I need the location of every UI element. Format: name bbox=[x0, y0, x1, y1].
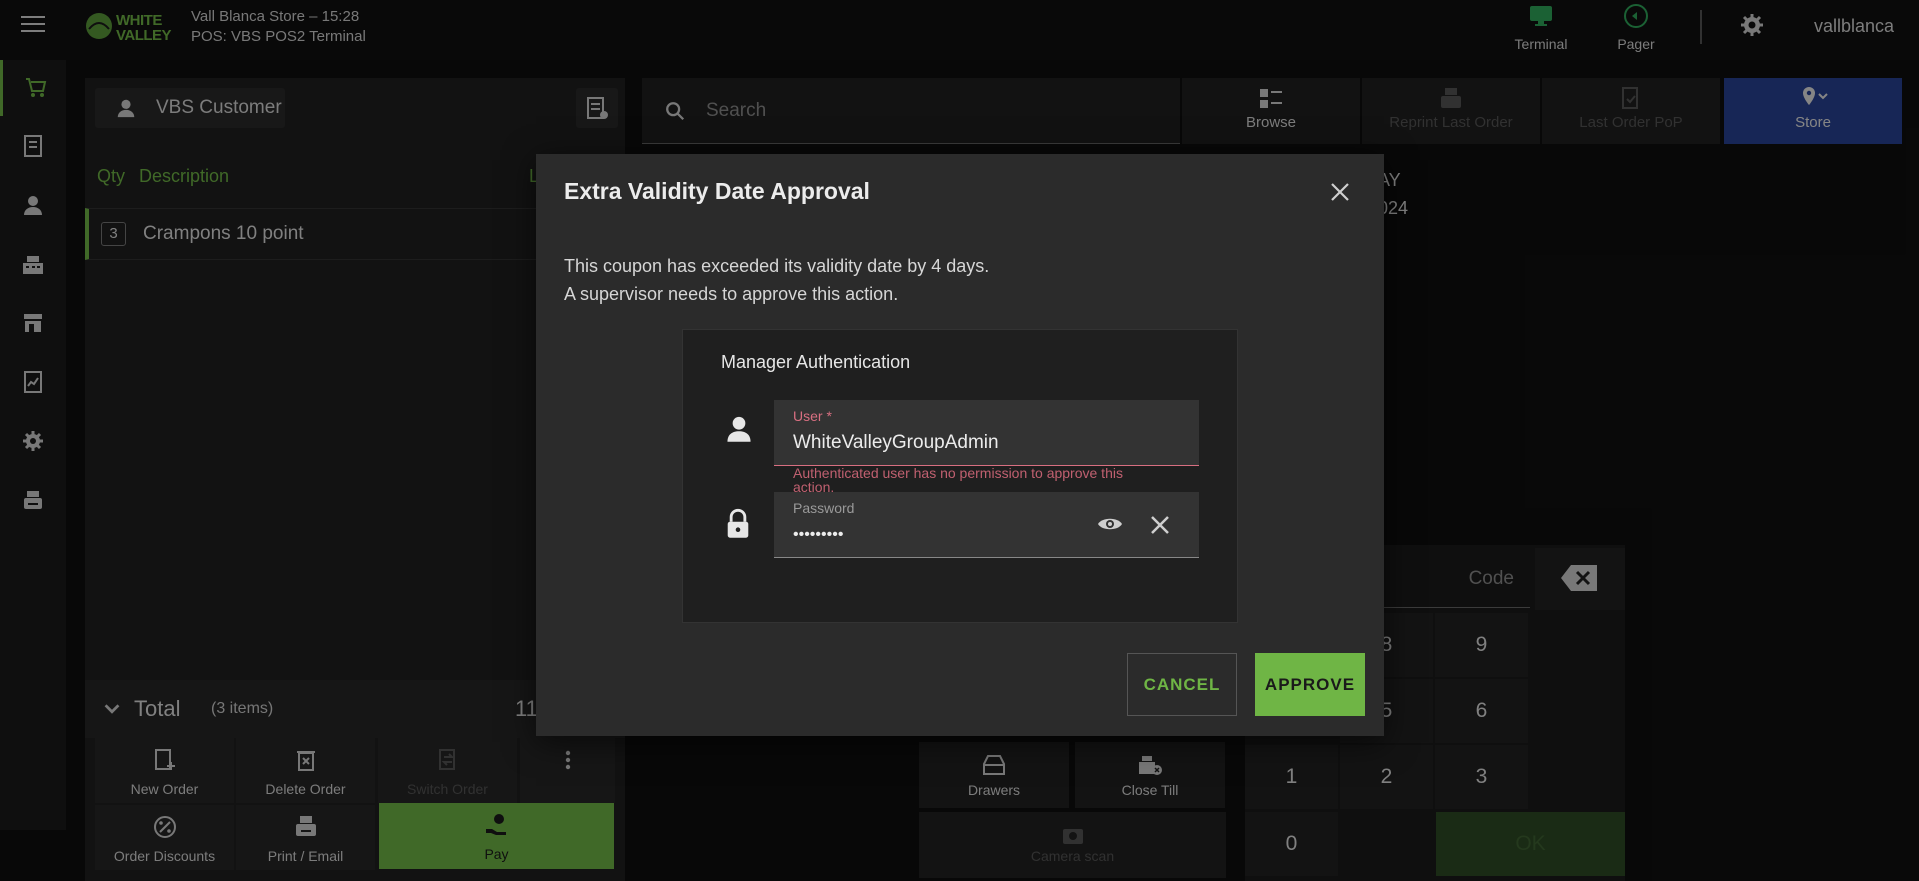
password-field[interactable]: Password ••••••••• bbox=[774, 492, 1199, 558]
dialog-message-line-2: A supervisor needs to approve this actio… bbox=[564, 284, 899, 304]
manager-auth-card: Manager Authentication User * WhiteValle… bbox=[682, 329, 1238, 623]
person-icon bbox=[727, 416, 751, 442]
user-field[interactable]: User * WhiteValleyGroupAdmin bbox=[774, 400, 1199, 466]
approval-dialog: Extra Validity Date Approval This coupon… bbox=[536, 154, 1384, 736]
lock-icon bbox=[727, 508, 749, 538]
auth-title: Manager Authentication bbox=[721, 352, 911, 372]
user-label: User * bbox=[793, 408, 832, 424]
password-label: Password bbox=[793, 500, 855, 516]
close-icon[interactable] bbox=[1328, 180, 1352, 204]
cancel-button[interactable]: CANCEL bbox=[1127, 653, 1237, 716]
user-error-message: Authenticated user has no permission to … bbox=[793, 466, 1173, 494]
password-input[interactable]: ••••••••• bbox=[793, 526, 843, 544]
dialog-title: Extra Validity Date Approval bbox=[564, 178, 870, 204]
dialog-message-line-1: This coupon has exceeded its validity da… bbox=[564, 256, 990, 276]
approve-button[interactable]: APPROVE bbox=[1255, 653, 1365, 716]
user-input[interactable]: WhiteValleyGroupAdmin bbox=[793, 432, 999, 454]
clear-icon[interactable] bbox=[1149, 514, 1171, 536]
user-error-line-1: Authenticated user has no permission to … bbox=[793, 465, 1123, 481]
eye-icon[interactable] bbox=[1097, 514, 1123, 534]
dialog-message: This coupon has exceeded its validity da… bbox=[564, 252, 989, 308]
